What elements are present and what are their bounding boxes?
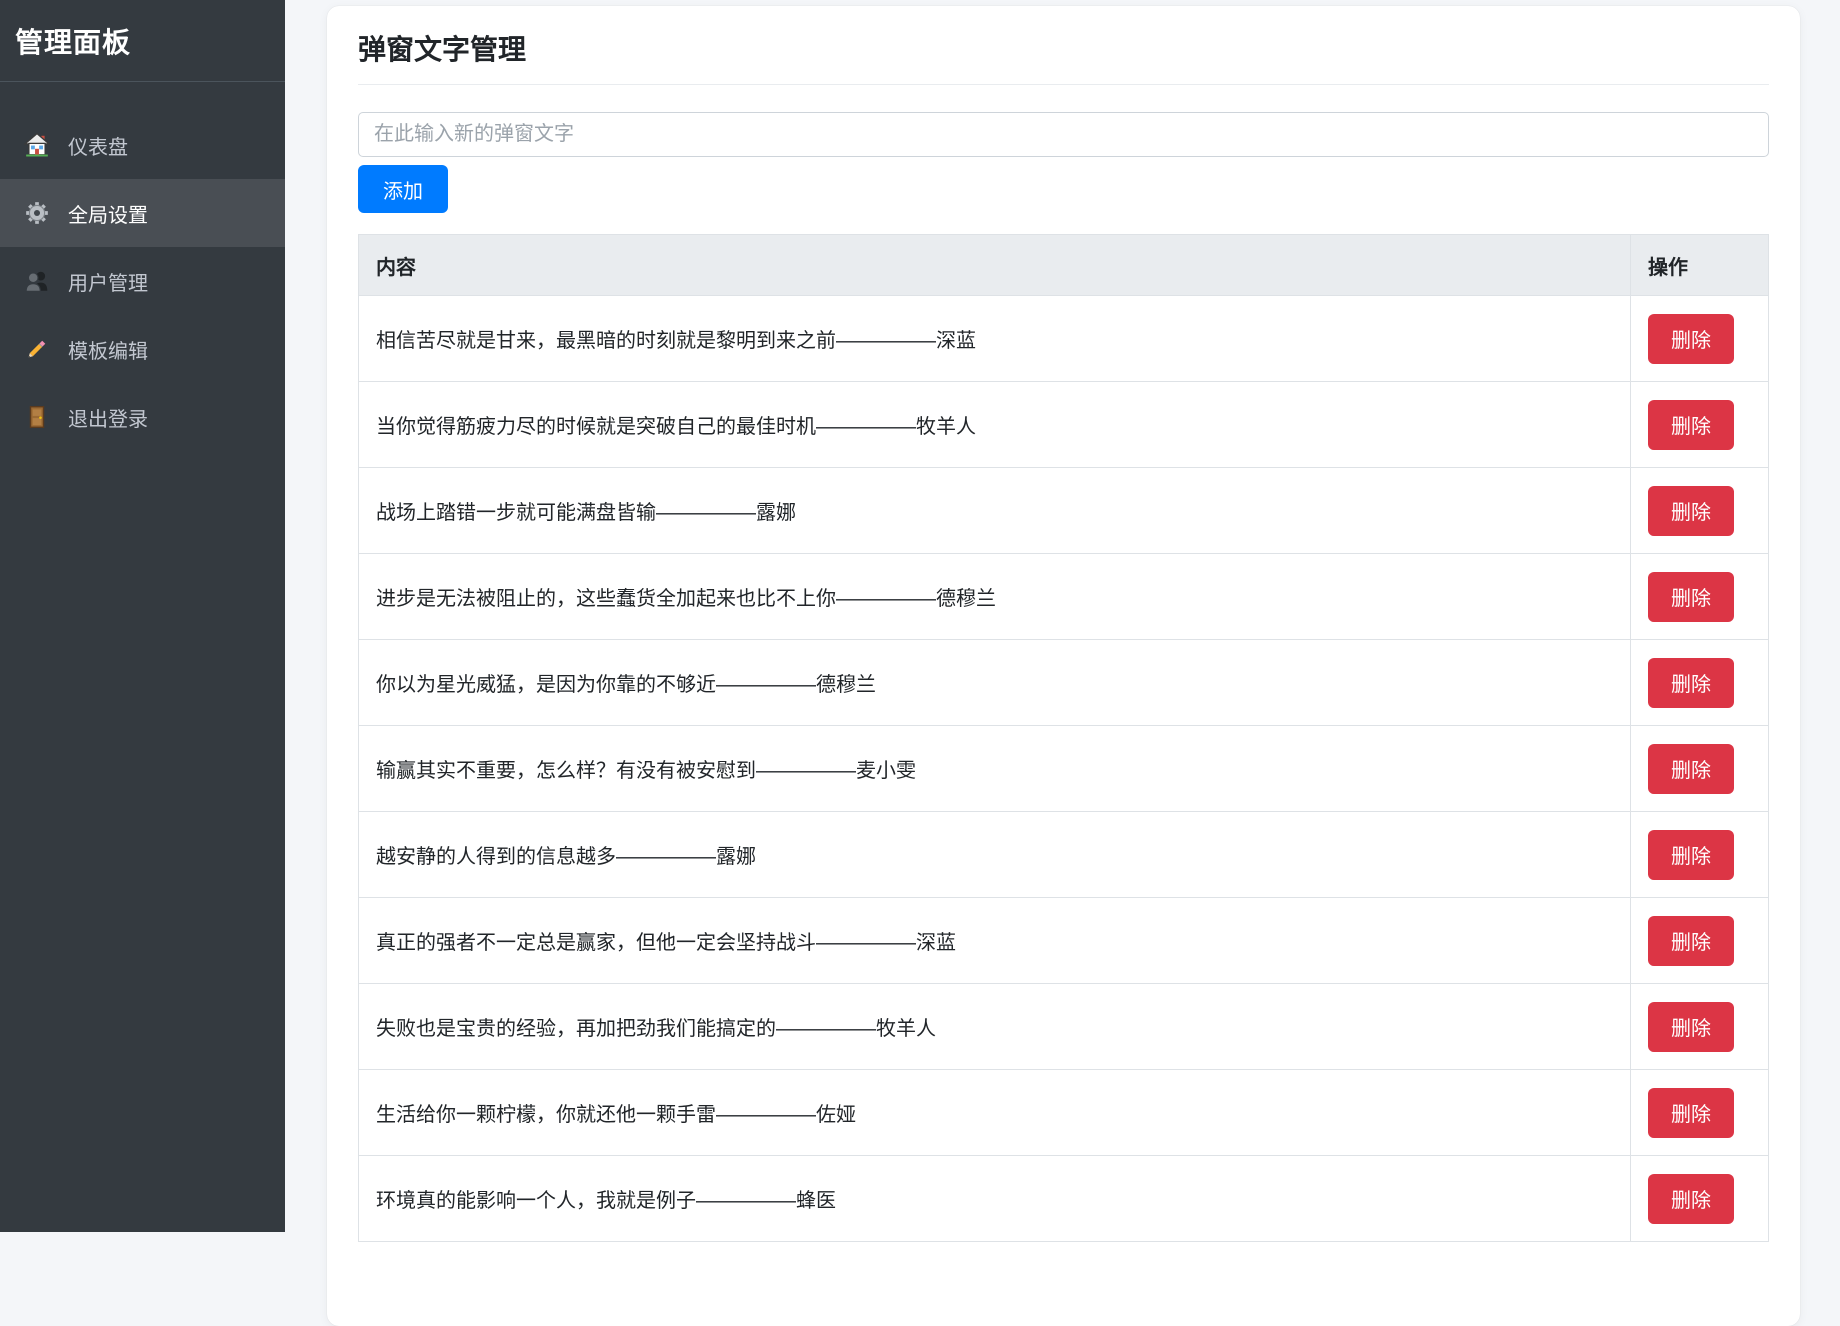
new-popup-text-input[interactable] (358, 112, 1769, 157)
delete-button[interactable]: 删除 (1648, 572, 1734, 622)
action-cell: 删除 (1631, 726, 1769, 812)
table-row: 战场上踏错一步就可能满盘皆输—————露娜 删除 (359, 468, 1769, 554)
popup-text-cell: 失败也是宝贵的经验，再加把劲我们能搞定的—————牧羊人 (359, 984, 1631, 1070)
popup-text-cell: 输赢其实不重要，怎么样？有没有被安慰到—————麦小雯 (359, 726, 1631, 812)
column-header-content: 内容 (359, 235, 1631, 296)
sidebar-item-label: 模板编辑 (68, 335, 148, 364)
sidebar-item-label: 全局设置 (68, 199, 148, 228)
delete-button[interactable]: 删除 (1648, 486, 1734, 536)
table-row: 输赢其实不重要，怎么样？有没有被安慰到—————麦小雯 删除 (359, 726, 1769, 812)
house-icon (24, 132, 50, 158)
delete-button[interactable]: 删除 (1648, 400, 1734, 450)
table-row: 你以为星光威猛，是因为你靠的不够近—————德穆兰 删除 (359, 640, 1769, 726)
popup-text-cell: 生活给你一颗柠檬，你就还他一颗手雷—————佐娅 (359, 1070, 1631, 1156)
action-cell: 删除 (1631, 382, 1769, 468)
table-row: 当你觉得筋疲力尽的时候就是突破自己的最佳时机—————牧羊人 删除 (359, 382, 1769, 468)
add-button[interactable]: 添加 (358, 165, 448, 213)
sidebar-item-dashboard[interactable]: 仪表盘 (0, 111, 285, 179)
sidebar-item-template-edit[interactable]: 模板编辑 (0, 315, 285, 383)
delete-button[interactable]: 删除 (1648, 744, 1734, 794)
table-row: 相信苦尽就是甘来，最黑暗的时刻就是黎明到来之前—————深蓝 删除 (359, 296, 1769, 382)
action-cell: 删除 (1631, 1070, 1769, 1156)
popup-text-cell: 你以为星光威猛，是因为你靠的不够近—————德穆兰 (359, 640, 1631, 726)
sidebar: 管理面板 仪表盘 全局设置 用户管理 (0, 0, 285, 1232)
popup-text-cell: 环境真的能影响一个人，我就是例子—————蜂医 (359, 1156, 1631, 1242)
title-divider (358, 84, 1769, 85)
sidebar-item-label: 用户管理 (68, 267, 148, 296)
action-cell: 删除 (1631, 554, 1769, 640)
table-row: 环境真的能影响一个人，我就是例子—————蜂医 删除 (359, 1156, 1769, 1242)
action-cell: 删除 (1631, 296, 1769, 382)
delete-button[interactable]: 删除 (1648, 916, 1734, 966)
column-header-action: 操作 (1631, 235, 1769, 296)
users-icon (24, 268, 50, 294)
sidebar-item-logout[interactable]: 退出登录 (0, 383, 285, 451)
popup-text-cell: 真正的强者不一定总是赢家，但他一定会坚持战斗—————深蓝 (359, 898, 1631, 984)
popup-text-cell: 战场上踏错一步就可能满盘皆输—————露娜 (359, 468, 1631, 554)
delete-button[interactable]: 删除 (1648, 830, 1734, 880)
delete-button[interactable]: 删除 (1648, 1002, 1734, 1052)
page-title: 弹窗文字管理 (358, 34, 1769, 66)
table-header-row: 内容 操作 (359, 235, 1769, 296)
app-window: 管理面板 仪表盘 全局设置 用户管理 (0, 0, 1840, 1232)
pencil-icon (24, 336, 50, 362)
action-cell: 删除 (1631, 812, 1769, 898)
action-cell: 删除 (1631, 984, 1769, 1070)
popup-text-table-wrap: 内容 操作 相信苦尽就是甘来，最黑暗的时刻就是黎明到来之前—————深蓝 删除 … (358, 234, 1769, 1242)
action-cell: 删除 (1631, 1156, 1769, 1242)
content-card: 弹窗文字管理 添加 内容 操作 相信苦 (327, 6, 1800, 1326)
popup-text-cell: 越安静的人得到的信息越多—————露娜 (359, 812, 1631, 898)
table-row: 失败也是宝贵的经验，再加把劲我们能搞定的—————牧羊人 删除 (359, 984, 1769, 1070)
sidebar-item-global-settings[interactable]: 全局设置 (0, 179, 285, 247)
delete-button[interactable]: 删除 (1648, 658, 1734, 708)
table-row: 越安静的人得到的信息越多—————露娜 删除 (359, 812, 1769, 898)
delete-button[interactable]: 删除 (1648, 1088, 1734, 1138)
action-cell: 删除 (1631, 640, 1769, 726)
sidebar-item-label: 退出登录 (68, 403, 148, 432)
popup-text-cell: 当你觉得筋疲力尽的时候就是突破自己的最佳时机—————牧羊人 (359, 382, 1631, 468)
popup-table-body: 相信苦尽就是甘来，最黑暗的时刻就是黎明到来之前—————深蓝 删除 当你觉得筋疲… (359, 296, 1769, 1242)
popup-text-cell: 进步是无法被阻止的，这些蠢货全加起来也比不上你—————德穆兰 (359, 554, 1631, 640)
sidebar-item-user-management[interactable]: 用户管理 (0, 247, 285, 315)
popup-text-cell: 相信苦尽就是甘来，最黑暗的时刻就是黎明到来之前—————深蓝 (359, 296, 1631, 382)
popup-text-table: 内容 操作 相信苦尽就是甘来，最黑暗的时刻就是黎明到来之前—————深蓝 删除 … (358, 234, 1769, 1242)
sidebar-menu: 仪表盘 全局设置 用户管理 模板编辑 (0, 82, 285, 451)
sidebar-item-label: 仪表盘 (68, 131, 128, 160)
table-row: 生活给你一颗柠檬，你就还他一颗手雷—————佐娅 删除 (359, 1070, 1769, 1156)
main-content: 弹窗文字管理 添加 内容 操作 相信苦 (285, 0, 1840, 1232)
table-row: 真正的强者不一定总是赢家，但他一定会坚持战斗—————深蓝 删除 (359, 898, 1769, 984)
delete-button[interactable]: 删除 (1648, 314, 1734, 364)
action-cell: 删除 (1631, 898, 1769, 984)
delete-button[interactable]: 删除 (1648, 1174, 1734, 1224)
gear-icon (24, 200, 50, 226)
action-cell: 删除 (1631, 468, 1769, 554)
table-row: 进步是无法被阻止的，这些蠢货全加起来也比不上你—————德穆兰 删除 (359, 554, 1769, 640)
sidebar-title: 管理面板 (0, 0, 285, 82)
door-icon (24, 404, 50, 430)
